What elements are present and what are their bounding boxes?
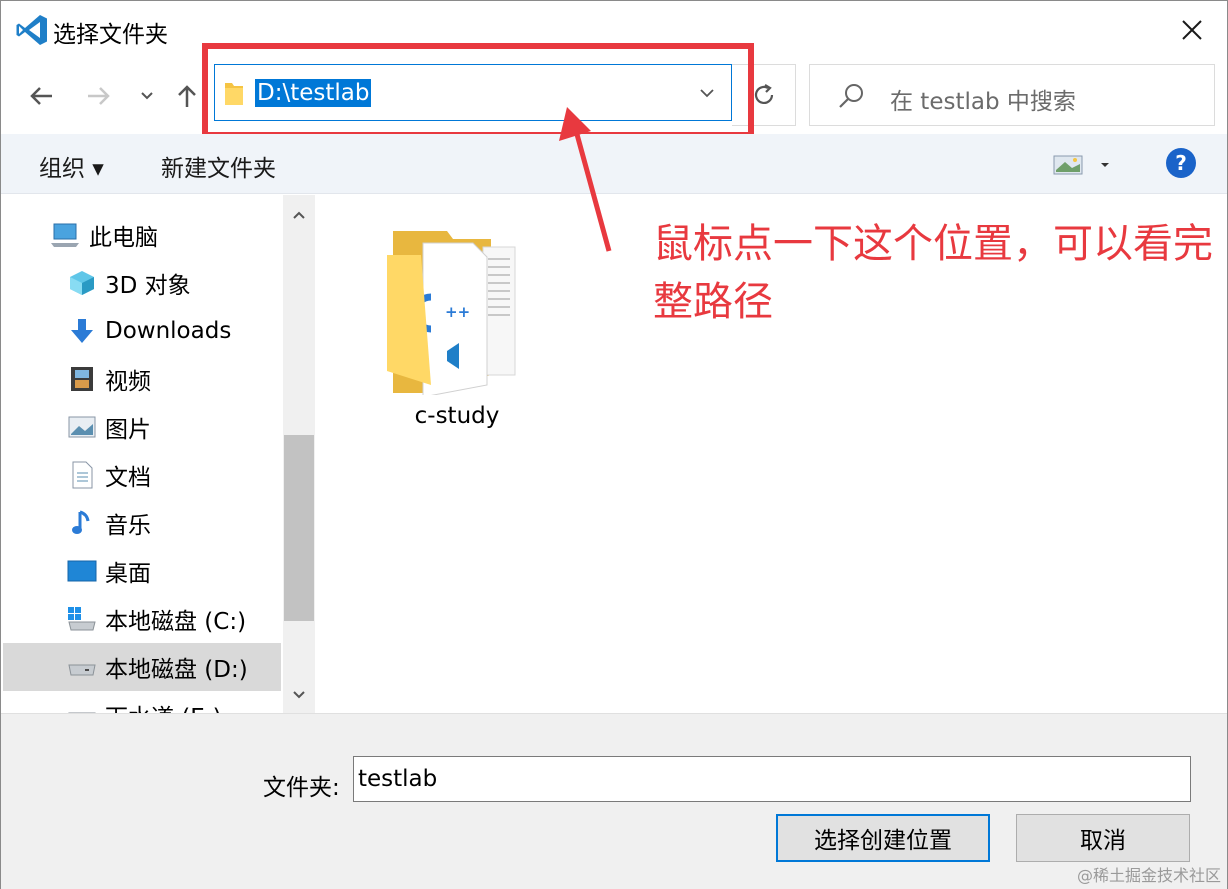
annotation-text: 鼠标点一下这个位置，可以看完整路径 xyxy=(653,221,1213,325)
recent-locations-button[interactable] xyxy=(129,71,165,121)
help-icon[interactable]: ? xyxy=(1166,148,1196,178)
scroll-up-button[interactable] xyxy=(283,197,315,233)
change-view-button[interactable] xyxy=(1053,152,1111,178)
vscode-logo-icon xyxy=(16,15,47,45)
scroll-down-button[interactable] xyxy=(283,677,315,713)
folder-item[interactable]: ++ c-study xyxy=(387,225,527,435)
chevron-down-icon xyxy=(141,92,153,100)
drive-icon xyxy=(67,700,97,713)
annotation-highlight-box xyxy=(202,43,754,138)
nav-item-label: 桌面 xyxy=(105,561,151,587)
annotation-arrow xyxy=(559,107,612,252)
search-box[interactable]: 在 testlab 中搜索 xyxy=(809,64,1215,126)
video-icon xyxy=(67,364,97,394)
cancel-button[interactable]: 取消 xyxy=(1016,814,1190,862)
nav-item-label: 下水道 (E:) xyxy=(105,698,222,713)
nav-item-drive-e[interactable]: 下水道 (E:) xyxy=(3,691,281,713)
close-icon xyxy=(1182,20,1202,40)
folder-name: c-study xyxy=(414,403,500,429)
nav-item-pictures[interactable]: 图片 xyxy=(3,403,281,451)
nav-item-drive-d[interactable]: 本地磁盘 (D:) xyxy=(3,643,281,691)
select-location-button[interactable]: 选择创建位置 xyxy=(776,814,990,862)
nav-item-label: 图片 xyxy=(105,417,151,443)
nav-item-documents[interactable]: 文档 xyxy=(3,451,281,499)
forward-button[interactable] xyxy=(79,71,119,121)
nav-pane-scrollbar[interactable] xyxy=(283,195,315,713)
chevron-up-icon xyxy=(293,211,305,219)
svg-text:++: ++ xyxy=(445,303,470,321)
nav-item-label: Downloads xyxy=(105,318,232,344)
download-icon xyxy=(67,316,97,346)
nav-item-videos[interactable]: 视频 xyxy=(3,355,281,403)
watermark: @稀土掘金技术社区 xyxy=(1076,866,1221,885)
close-button[interactable] xyxy=(1157,1,1227,59)
nav-item-label: 3D 对象 xyxy=(105,273,191,299)
nav-item-label: 本地磁盘 (C:) xyxy=(105,609,247,635)
nav-item-label: 此电脑 xyxy=(89,225,158,251)
nav-item-label: 文档 xyxy=(105,465,151,491)
back-button[interactable] xyxy=(21,71,61,121)
arrow-right-icon xyxy=(88,87,110,105)
computer-icon xyxy=(51,220,81,250)
footer-panel: 文件夹: 选择创建位置 取消 @稀土掘金技术社区 xyxy=(1,713,1227,889)
nav-item-label: 本地磁盘 (D:) xyxy=(105,657,248,683)
nav-item-drive-c[interactable]: 本地磁盘 (C:) xyxy=(3,595,281,643)
nav-item-music[interactable]: 音乐 xyxy=(3,499,281,547)
chevron-down-icon xyxy=(293,691,305,699)
refresh-icon xyxy=(754,84,773,104)
music-icon xyxy=(67,508,97,538)
nav-item-label: 视频 xyxy=(105,369,151,395)
search-icon xyxy=(839,84,863,108)
organize-menu[interactable]: 组织 ▾ xyxy=(39,149,104,183)
folder-picker-dialog: 选择文件夹 D:\testlab 在 testlab 中搜索 组织 ▾ 新建文件… xyxy=(0,0,1228,889)
desktop-icon xyxy=(67,556,97,586)
3d-objects-icon xyxy=(67,268,97,298)
pictures-icon xyxy=(67,412,97,442)
navigation-pane: 此电脑 3D 对象 Downloads 视频 图片 文档 音乐 桌面 本地磁盘 … xyxy=(3,195,283,713)
document-icon xyxy=(67,460,97,490)
window-title: 选择文件夹 xyxy=(53,22,168,48)
folder-field-label: 文件夹: xyxy=(263,775,340,801)
view-options-icon xyxy=(1053,155,1109,175)
nav-item-3d-objects[interactable]: 3D 对象 xyxy=(3,259,281,307)
nav-item-label: 音乐 xyxy=(105,513,151,539)
drive-icon xyxy=(67,652,97,682)
folder-name-input[interactable] xyxy=(353,756,1191,802)
nav-item-desktop[interactable]: 桌面 xyxy=(3,547,281,595)
search-input[interactable]: 在 testlab 中搜索 xyxy=(890,82,1076,116)
nav-item-downloads[interactable]: Downloads xyxy=(3,307,281,355)
folder-with-files-icon: ++ xyxy=(387,231,516,395)
scrollbar-thumb[interactable] xyxy=(284,435,314,621)
windows-drive-icon xyxy=(67,604,97,634)
up-button[interactable] xyxy=(169,71,205,121)
arrow-left-icon xyxy=(30,87,52,105)
arrow-up-icon xyxy=(178,85,196,107)
new-folder-button[interactable]: 新建文件夹 xyxy=(161,149,276,183)
nav-item-this-pc[interactable]: 此电脑 xyxy=(3,211,281,259)
